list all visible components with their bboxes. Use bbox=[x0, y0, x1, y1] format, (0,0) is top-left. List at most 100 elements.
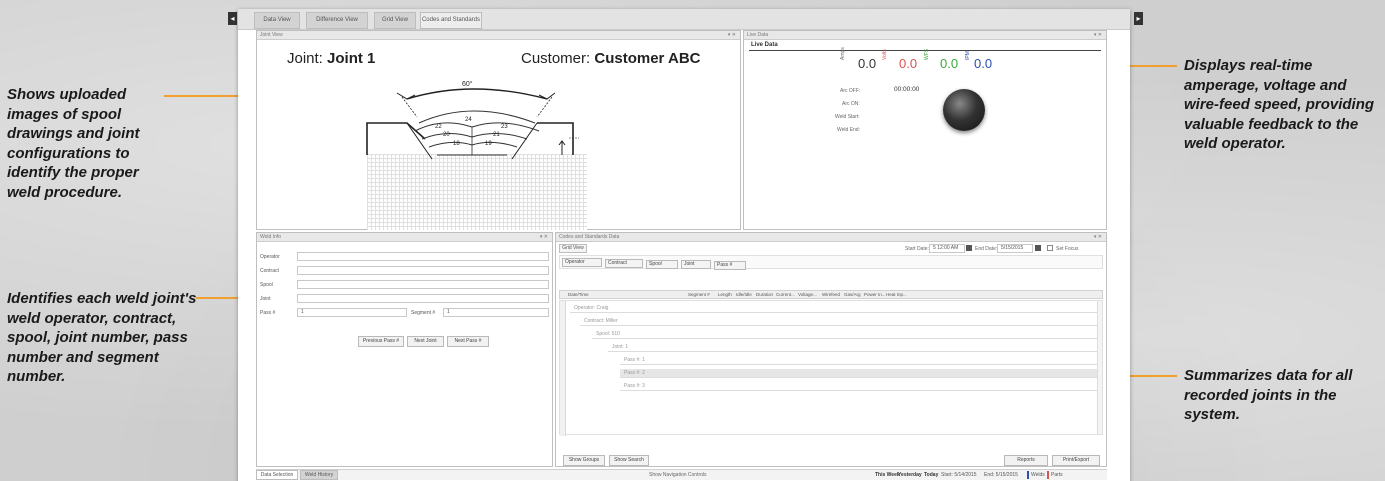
tree-row-operator[interactable]: Operator: Craig bbox=[570, 304, 1100, 313]
grid-column-header: Date/Time Segment # Length Idle/Idle Dur… bbox=[559, 290, 1103, 299]
live-data-title: Live Data bbox=[751, 42, 778, 48]
show-groups-button[interactable]: Show Groups bbox=[563, 455, 605, 466]
col-idle[interactable]: Idle/Idle bbox=[736, 291, 752, 299]
weld-end-label: Weld End: bbox=[837, 127, 860, 133]
tree-row-pass-1[interactable]: Pass #: 1 bbox=[620, 356, 1100, 365]
pass-label-18: 18 bbox=[453, 141, 460, 147]
filter-contract[interactable]: Contract bbox=[605, 259, 643, 268]
filter-spool[interactable]: Spool bbox=[646, 260, 678, 269]
end-calendar-icon[interactable] bbox=[1035, 245, 1041, 251]
col-heat[interactable]: Heat Inp... bbox=[886, 291, 907, 299]
yesterday-link[interactable]: Yesterday bbox=[898, 472, 922, 478]
col-duration[interactable]: Duration bbox=[756, 291, 773, 299]
spool-field[interactable] bbox=[297, 280, 549, 289]
this-week-link[interactable]: This Week bbox=[875, 472, 900, 478]
codes-standards-header: Codes and Standards Data ▾ ✕ bbox=[556, 233, 1106, 242]
welds-indicator-icon bbox=[1027, 471, 1029, 479]
set-focus-checkbox[interactable] bbox=[1047, 245, 1053, 251]
arc-off-value: 00:00:00 bbox=[894, 86, 920, 93]
joint-view-panel: Joint View ▾ ✕ Joint: Joint 1 Customer: … bbox=[256, 30, 741, 230]
tree-row-pass-1-label: Pass #: 1 bbox=[624, 357, 645, 363]
set-focus-label: Set Focus bbox=[1056, 246, 1079, 252]
live-data-header: Live Data ▾ ✕ bbox=[744, 31, 1106, 40]
today-link[interactable]: Today bbox=[924, 472, 938, 478]
tab-data-selection[interactable]: Data Selection bbox=[256, 470, 298, 480]
tab-difference-view[interactable]: Difference View bbox=[306, 12, 368, 29]
joint-drawing bbox=[366, 88, 579, 160]
tree-row-spool[interactable]: Spool: 510 bbox=[592, 330, 1100, 339]
tree-row-joint[interactable]: Joint: 1 bbox=[608, 343, 1100, 352]
filter-bar: Operator Contract Spool Joint Pass # bbox=[559, 255, 1103, 270]
next-joint-button[interactable]: Next Joint bbox=[407, 336, 444, 347]
weld-info-title: Weld Info bbox=[260, 234, 282, 240]
expand-right-icon[interactable]: ▸ bbox=[1134, 12, 1143, 25]
callout-live-data: Displays real-time amperage, voltage and… bbox=[1184, 57, 1375, 152]
callout-summary: Summarizes data for all recorded joints … bbox=[1184, 367, 1353, 423]
contract-field[interactable] bbox=[297, 266, 549, 275]
live-data-panel: Live Data ▾ ✕ Live Data Amps 0.0 Volts 0… bbox=[743, 30, 1107, 230]
show-navigation-controls[interactable]: Show Navigation Controls bbox=[649, 472, 707, 478]
pass-label-24: 24 bbox=[465, 117, 472, 123]
col-gas[interactable]: Gas/Arg bbox=[844, 291, 861, 299]
operator-field[interactable] bbox=[297, 252, 549, 261]
tab-weld-history[interactable]: Weld History bbox=[300, 470, 338, 480]
tree-row-operator-label: Operator: Craig bbox=[574, 305, 609, 311]
show-search-button[interactable]: Show Search bbox=[609, 455, 649, 466]
panel-pin-close-icon[interactable]: ▾ ✕ bbox=[540, 233, 548, 242]
unit-wfs: WFS bbox=[924, 48, 930, 60]
joint-field[interactable] bbox=[297, 294, 549, 303]
next-pass-button[interactable]: Next Pass # bbox=[447, 336, 489, 347]
tab-grid-view[interactable]: Grid View bbox=[374, 12, 416, 29]
grid-scrollbar[interactable] bbox=[1097, 301, 1102, 434]
tree-row-pass-3[interactable]: Pass #: 3 bbox=[620, 382, 1100, 391]
pass-field[interactable]: 1 bbox=[297, 308, 407, 317]
tree-row-contract[interactable]: Contract: Miller bbox=[580, 317, 1100, 326]
contract-label: Contract bbox=[260, 268, 279, 274]
panel-pin-close-icon[interactable]: ▾ ✕ bbox=[1094, 233, 1102, 242]
filter-operator[interactable]: Operator bbox=[562, 258, 602, 267]
tab-data-view[interactable]: Data View bbox=[254, 12, 300, 29]
status-bar: Data Selection Weld History Show Navigat… bbox=[256, 469, 1107, 480]
end-date-field[interactable]: 5/15/2015 bbox=[997, 244, 1033, 253]
start-date-label: Start Date: bbox=[905, 246, 929, 252]
col-voltage[interactable]: Voltage... bbox=[798, 291, 817, 299]
pass-label-22: 22 bbox=[435, 124, 442, 130]
tab-codes-standards[interactable]: Codes and Standards bbox=[420, 12, 482, 29]
panel-pin-close-icon[interactable]: ▾ ✕ bbox=[1094, 31, 1102, 40]
filter-pass[interactable]: Pass # bbox=[714, 261, 746, 270]
end-date-label: End Date: bbox=[975, 246, 998, 252]
tree-row-pass-2[interactable]: Pass #: 2 bbox=[620, 369, 1100, 378]
tree-row-joint-label: Joint: 1 bbox=[612, 344, 629, 350]
tree-row-pass-3-label: Pass #: 3 bbox=[624, 383, 645, 389]
col-segment[interactable]: Segment # bbox=[688, 291, 710, 299]
col-power[interactable]: Power In... bbox=[864, 291, 886, 299]
callout-weld-info: Identifies each weld joint's weld operat… bbox=[7, 290, 197, 385]
unit-amps: Amps bbox=[840, 47, 846, 60]
col-wirefeed[interactable]: Wirefeed bbox=[822, 291, 840, 299]
unit-volts: Volts bbox=[882, 49, 888, 60]
arc-off-label: Arc OFF: bbox=[840, 88, 861, 94]
previous-pass-button[interactable]: Previous Pass # bbox=[358, 336, 404, 347]
volts-value: 0.0 bbox=[899, 56, 918, 71]
print-export-button[interactable]: Print/Export bbox=[1052, 455, 1100, 466]
pass-label-20: 20 bbox=[443, 132, 450, 138]
parts-label[interactable]: Parts bbox=[1051, 472, 1063, 478]
status-end-date: End: 5/15/2015 bbox=[984, 472, 1018, 478]
col-date-time[interactable]: Date/Time bbox=[568, 291, 589, 299]
grid-view-tab[interactable]: Grid View bbox=[559, 244, 587, 253]
col-current[interactable]: Current... bbox=[776, 291, 795, 299]
start-date-field[interactable]: 5 12:00 AM bbox=[929, 244, 965, 253]
pass-label-21: 21 bbox=[493, 132, 500, 138]
segment-field[interactable]: 1 bbox=[443, 308, 549, 317]
collapse-left-icon[interactable]: ◂ bbox=[228, 12, 237, 25]
codes-standards-title: Codes and Standards Data bbox=[559, 234, 620, 240]
welds-label[interactable]: Welds bbox=[1031, 472, 1045, 478]
start-calendar-icon[interactable] bbox=[966, 245, 972, 251]
tree-row-spool-label: Spool: 510 bbox=[596, 331, 620, 337]
extra-value: 0.0 bbox=[974, 56, 993, 71]
filter-joint[interactable]: Joint bbox=[681, 260, 711, 269]
col-length[interactable]: Length bbox=[718, 291, 732, 299]
wfs-value: 0.0 bbox=[940, 56, 959, 71]
codes-standards-panel: Codes and Standards Data ▾ ✕ Grid View S… bbox=[555, 232, 1107, 467]
reports-button[interactable]: Reports bbox=[1004, 455, 1048, 466]
